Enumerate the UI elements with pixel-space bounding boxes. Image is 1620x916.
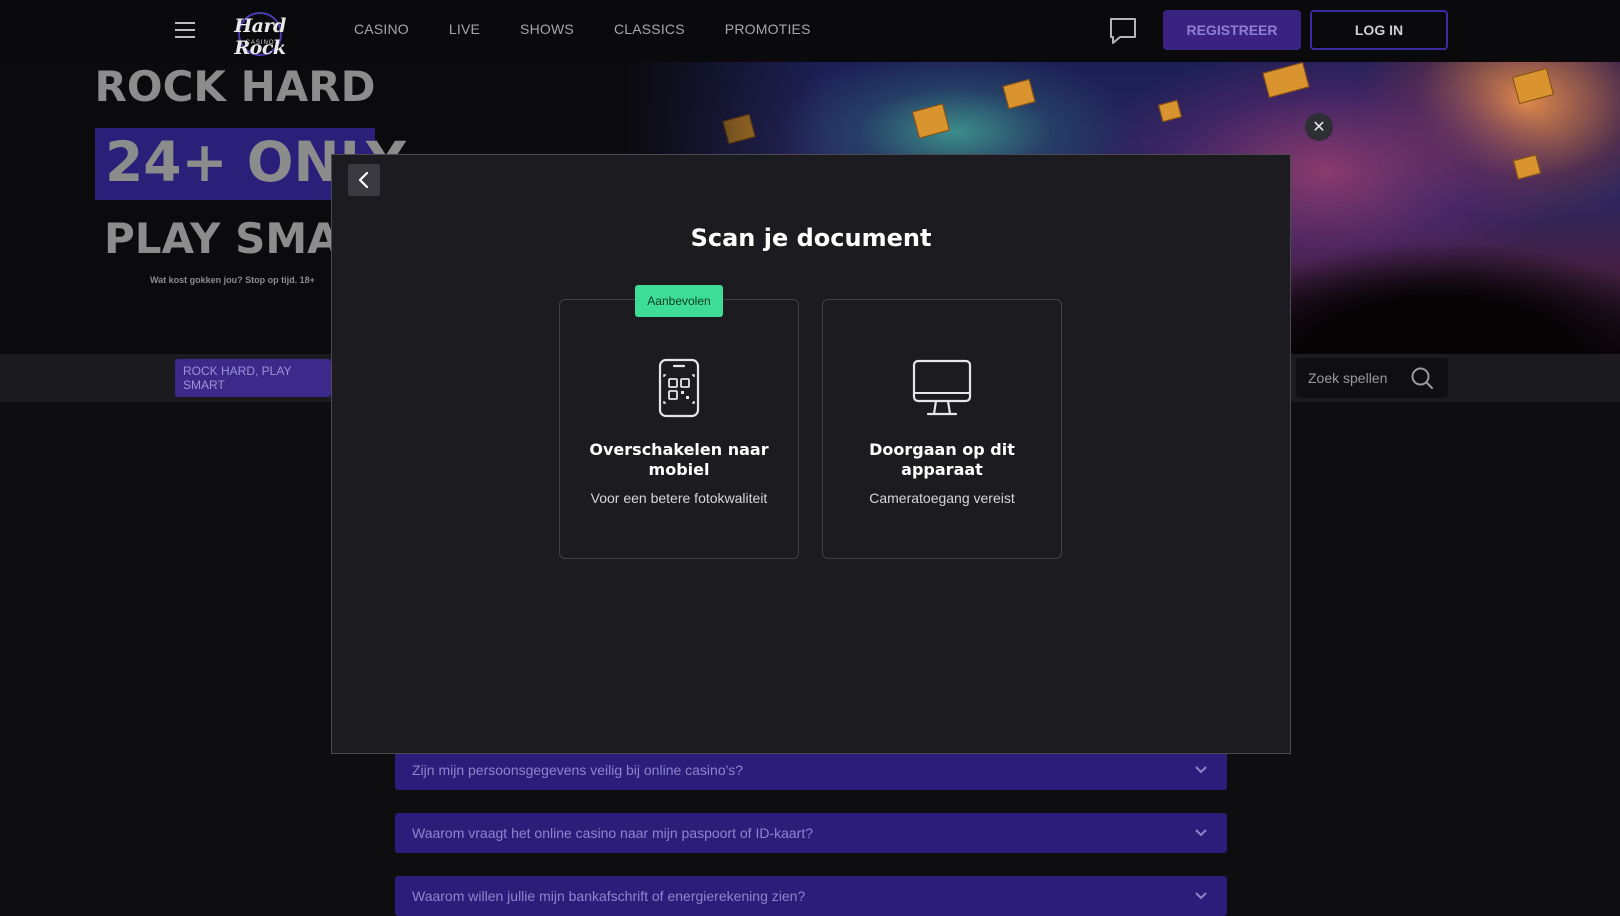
- faq-item[interactable]: Waarom vraagt het online casino naar mij…: [395, 813, 1227, 853]
- faq-question: Waarom vraagt het online casino naar mij…: [412, 825, 814, 841]
- chevron-down-icon: [1195, 766, 1207, 774]
- faq-item[interactable]: Waarom willen jullie mijn bankafschrift …: [395, 876, 1227, 916]
- search-icon[interactable]: [1410, 366, 1434, 390]
- banner-close-icon[interactable]: ✕: [1305, 113, 1333, 141]
- chevron-left-icon: [358, 171, 369, 189]
- hero-crowd: [1240, 192, 1620, 354]
- chevron-down-icon: [1195, 829, 1207, 837]
- gift-decoration: [1158, 99, 1182, 123]
- nav-live[interactable]: LIVE: [449, 21, 480, 37]
- option-switch-to-mobile[interactable]: Overschakelen naar mobiel Voor een beter…: [559, 299, 799, 559]
- option-subtitle: Voor een betere fotokwaliteit: [590, 490, 768, 506]
- nav-shows[interactable]: SHOWS: [520, 21, 574, 37]
- nav-classics[interactable]: CLASSICS: [614, 21, 685, 37]
- phone-qr-icon: [658, 358, 700, 418]
- hero-line-1: ROCK HARD: [94, 62, 376, 111]
- main-nav: CASINO LIVE SHOWS CLASSICS PROMOTIES: [354, 21, 851, 37]
- option-subtitle: Cameratoegang vereist: [869, 490, 1015, 506]
- gift-decoration: [1002, 78, 1036, 110]
- logo-subtext: CASINO: [245, 40, 275, 46]
- monitor-icon: [912, 359, 972, 416]
- faq-item[interactable]: Zijn mijn persoonsgegevens veilig bij on…: [395, 750, 1227, 790]
- gift-decoration: [911, 103, 951, 139]
- back-button[interactable]: [348, 164, 380, 196]
- gift-decoration: [1262, 62, 1310, 98]
- register-button[interactable]: REGISTREER: [1163, 10, 1301, 50]
- nav-casino[interactable]: CASINO: [354, 21, 409, 37]
- hero-disclaimer: Wat kost gokken jou? Stop op tijd. 18+: [150, 275, 315, 285]
- category-chip[interactable]: ROCK HARD, PLAY SMART: [175, 359, 331, 397]
- faq-question: Waarom willen jullie mijn bankafschrift …: [412, 888, 806, 904]
- gift-decoration: [1512, 154, 1542, 180]
- chat-icon[interactable]: [1108, 16, 1138, 46]
- nav-promoties[interactable]: PROMOTIES: [725, 21, 811, 37]
- hard-rock-logo[interactable]: Hard Rock CASINO: [218, 10, 302, 59]
- chevron-down-icon: [1195, 892, 1207, 900]
- gift-decoration: [1511, 67, 1555, 105]
- recommended-badge: Aanbevolen: [635, 285, 723, 317]
- option-title: Doorgaan op dit apparaat: [869, 440, 1015, 479]
- faq-question: Zijn mijn persoonsgegevens veilig bij on…: [412, 762, 744, 778]
- logo-text: Hard Rock: [234, 15, 286, 59]
- option-title: Overschakelen naar mobiel: [589, 440, 769, 479]
- menu-icon[interactable]: [175, 22, 195, 38]
- option-continue-on-device[interactable]: Doorgaan op dit apparaat Cameratoegang v…: [822, 299, 1062, 559]
- login-button[interactable]: LOG IN: [1310, 10, 1448, 50]
- modal-title: Scan je document: [690, 224, 932, 252]
